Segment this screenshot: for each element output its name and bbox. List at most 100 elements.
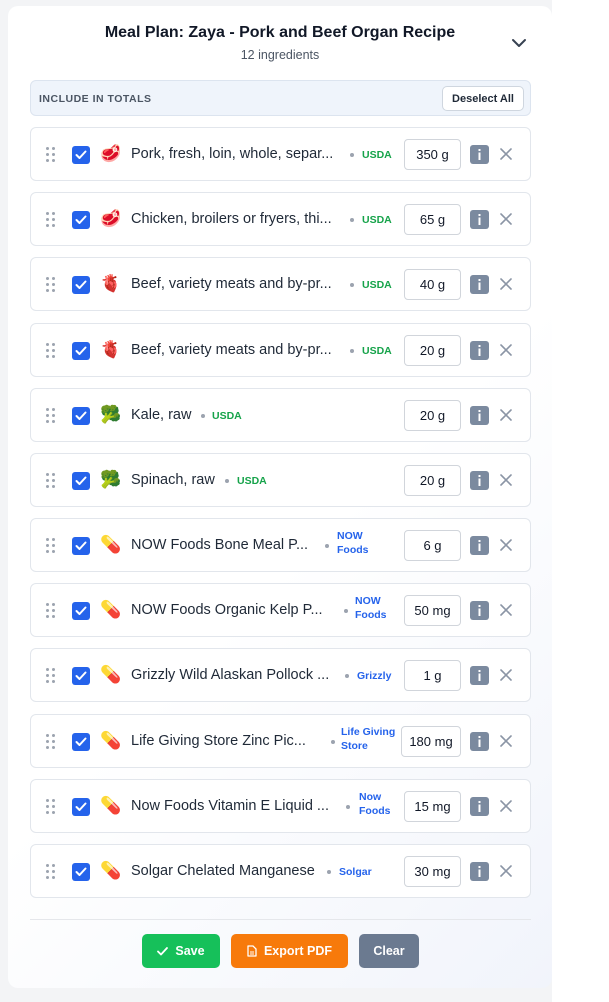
save-button[interactable]: Save — [142, 934, 220, 968]
include-checkbox[interactable] — [72, 862, 90, 881]
ingredient-row[interactable]: 🫀 Beef, variety meats and by-pr... USDA … — [30, 257, 531, 312]
include-checkbox[interactable] — [72, 537, 90, 556]
quantity-field[interactable]: 40 g — [404, 269, 461, 301]
quantity-field[interactable]: 350 g — [404, 139, 461, 170]
pill-icon: 💊 — [100, 795, 122, 815]
ingredient-row[interactable]: 💊 Grizzly Wild Alaskan Pollock ... Grizz… — [30, 648, 531, 703]
close-icon[interactable] — [499, 471, 513, 489]
drag-handle-icon[interactable] — [46, 277, 56, 293]
ingredient-row[interactable]: 🥩 Chicken, broilers or fryers, thi... US… — [30, 192, 531, 247]
quantity-field[interactable]: 1 g — [404, 660, 461, 692]
separator-dot — [331, 739, 335, 744]
drag-handle-icon[interactable] — [46, 668, 56, 684]
include-checkbox[interactable] — [72, 276, 90, 295]
info-icon[interactable] — [470, 536, 489, 556]
drag-handle-icon[interactable] — [46, 798, 56, 815]
source-label: Grizzly — [357, 670, 392, 683]
panel-header[interactable]: Meal Plan: Zaya - Pork and Beef Organ Re… — [8, 6, 552, 76]
info-icon[interactable] — [470, 731, 489, 751]
ingredient-name: NOW Foods Bone Meal P... — [131, 537, 309, 554]
include-checkbox[interactable] — [72, 146, 90, 164]
include-checkbox[interactable] — [72, 211, 90, 230]
include-checkbox[interactable] — [72, 471, 90, 490]
ingredient-name: Now Foods Vitamin E Liquid ... — [131, 797, 329, 814]
info-icon[interactable] — [470, 796, 489, 816]
source-label: USDA — [237, 474, 267, 487]
ingredient-name: Life Giving Store Zinc Pic... — [131, 732, 306, 749]
close-icon[interactable] — [499, 601, 513, 619]
source-label: NOW — [355, 595, 381, 608]
drag-handle-icon[interactable] — [46, 603, 56, 619]
close-icon[interactable] — [499, 862, 513, 880]
quantity-field[interactable]: 180 mg — [401, 725, 461, 757]
pill-icon: 💊 — [100, 860, 122, 880]
source-label: Solgar — [339, 865, 372, 878]
close-icon[interactable] — [499, 732, 513, 750]
close-icon[interactable] — [499, 406, 513, 424]
drag-handle-icon[interactable] — [46, 733, 56, 750]
quantity-field[interactable]: 65 g — [404, 204, 461, 236]
info-icon[interactable] — [470, 275, 489, 295]
meat-icon: 🥩 — [100, 144, 122, 163]
include-checkbox[interactable] — [72, 667, 90, 686]
info-icon[interactable] — [470, 666, 489, 686]
close-icon[interactable] — [499, 145, 513, 163]
include-checkbox[interactable] — [72, 341, 90, 360]
drag-handle-icon[interactable] — [46, 472, 56, 489]
drag-handle-icon[interactable] — [46, 342, 56, 359]
close-icon[interactable] — [499, 275, 513, 293]
clear-button[interactable]: Clear — [359, 934, 419, 968]
info-icon[interactable] — [470, 405, 489, 425]
separator-dot — [345, 674, 349, 679]
close-icon[interactable] — [499, 536, 513, 554]
close-icon[interactable] — [499, 341, 513, 359]
drag-handle-icon[interactable] — [46, 863, 56, 880]
checkmark-icon — [157, 946, 169, 955]
source-label: Now — [359, 790, 382, 803]
document-icon — [247, 945, 257, 957]
drag-handle-icon[interactable] — [46, 538, 56, 554]
quantity-field[interactable]: 50 mg — [404, 595, 461, 627]
ingredient-name: Chicken, broilers or fryers, thi... — [131, 211, 332, 228]
ingredient-row[interactable]: 💊 Now Foods Vitamin E Liquid ... Now Foo… — [30, 778, 531, 833]
drag-handle-icon[interactable] — [46, 147, 56, 163]
info-icon[interactable] — [470, 340, 489, 360]
ingredient-row[interactable]: 💊 Life Giving Store Zinc Pic... Life Giv… — [30, 713, 531, 768]
info-icon[interactable] — [470, 470, 489, 490]
ingredient-name: Spinach, raw — [131, 471, 215, 488]
quantity-field[interactable]: 30 mg — [404, 855, 461, 887]
source-label: Life Giving — [341, 725, 396, 738]
ingredient-row[interactable]: 💊 NOW Foods Organic Kelp P... NOW Foods … — [30, 583, 531, 638]
info-icon[interactable] — [470, 145, 489, 164]
source-label: USDA — [362, 279, 392, 292]
quantity-field[interactable]: 20 g — [404, 464, 461, 496]
info-icon[interactable] — [470, 601, 489, 621]
include-checkbox[interactable] — [72, 732, 90, 751]
include-checkbox[interactable] — [72, 602, 90, 621]
close-icon[interactable] — [499, 797, 513, 815]
close-icon[interactable] — [499, 210, 513, 228]
close-icon[interactable] — [499, 666, 513, 684]
quantity-field[interactable]: 6 g — [404, 530, 461, 562]
info-icon[interactable] — [470, 861, 489, 881]
ingredient-row[interactable]: 🥦 Kale, raw USDA 20 g — [30, 387, 531, 442]
export-pdf-button[interactable]: Export PDF — [231, 934, 348, 968]
footer-divider — [30, 919, 531, 920]
include-checkbox[interactable] — [72, 797, 90, 816]
drag-handle-icon[interactable] — [46, 212, 56, 228]
ingredient-row[interactable]: 🥩 Pork, fresh, loin, whole, separ... USD… — [30, 127, 531, 181]
info-icon[interactable] — [470, 210, 489, 230]
include-checkbox[interactable] — [72, 406, 90, 425]
quantity-field[interactable]: 20 g — [404, 334, 461, 366]
source-label: USDA — [362, 214, 392, 227]
pill-icon: 💊 — [100, 600, 122, 620]
chevron-down-icon[interactable] — [508, 32, 530, 54]
drag-handle-icon[interactable] — [46, 407, 56, 424]
quantity-field[interactable]: 15 mg — [404, 790, 461, 822]
ingredient-row[interactable]: 💊 Solgar Chelated Manganese Solgar 30 mg — [30, 843, 531, 898]
deselect-all-button[interactable]: Deselect All — [442, 86, 524, 111]
ingredient-row[interactable]: 🫀 Beef, variety meats and by-pr... USDA … — [30, 322, 531, 377]
ingredient-row[interactable]: 💊 NOW Foods Bone Meal P... NOW Foods 6 g — [30, 518, 531, 573]
ingredient-row[interactable]: 🥦 Spinach, raw USDA 20 g — [30, 452, 531, 507]
quantity-field[interactable]: 20 g — [404, 399, 461, 431]
